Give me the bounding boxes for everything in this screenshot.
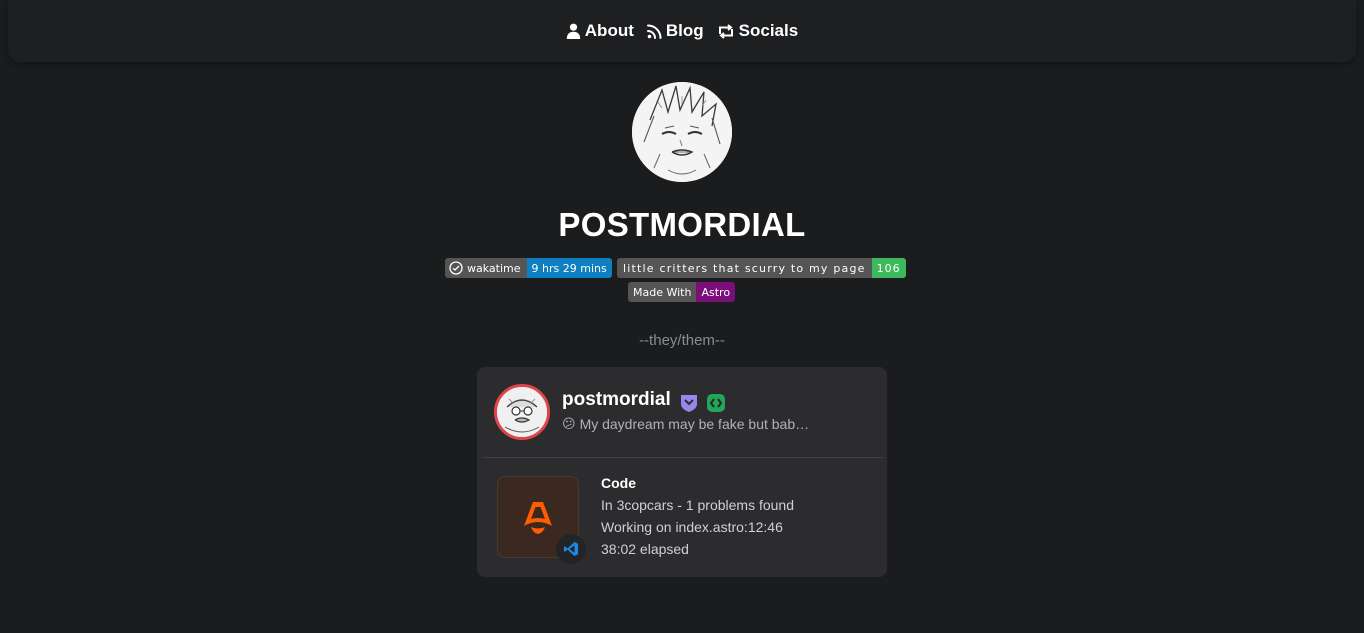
rss-icon	[646, 24, 662, 39]
nav-link-socials[interactable]: Socials	[717, 21, 799, 41]
wakatime-badge[interactable]: wakatime 9 hrs 29 mins	[445, 258, 612, 278]
activity-state: Working on index.astro:12:46	[601, 519, 783, 535]
custom-status: 😕 My daydream may be fake but bab…	[562, 416, 809, 432]
site-title: POSTMORDIAL	[558, 206, 806, 243]
status-text: My daydream may be fake but bab…	[579, 416, 810, 432]
status-emoji: 😕	[562, 416, 576, 431]
profile-avatar	[632, 82, 732, 182]
wakatime-value: 9 hrs 29 mins	[526, 258, 612, 278]
hypesquad-icon	[679, 393, 699, 413]
nav-label-blog: Blog	[665, 21, 704, 40]
repeat-icon	[717, 23, 735, 39]
activity-details: In 3copcars - 1 problems found	[601, 497, 794, 513]
discord-avatar	[494, 384, 550, 440]
nav-label-about: About	[584, 21, 634, 40]
nav-link-about[interactable]: About	[566, 21, 634, 41]
made-with-badge[interactable]: Made With Astro	[628, 282, 736, 302]
made-with-label: Made With	[628, 282, 697, 302]
nav-link-blog[interactable]: Blog	[646, 21, 704, 41]
wakatime-icon	[449, 261, 463, 275]
visitor-count-label: little critters that scurry to my page	[617, 258, 872, 278]
activity-elapsed: 38:02 elapsed	[601, 541, 689, 557]
pronouns-text: --they/them--	[639, 332, 725, 349]
card-divider	[483, 457, 883, 458]
discord-username: postmordial	[562, 389, 671, 410]
discord-presence-card: postmordial 😕 My daydream may be fake bu…	[477, 367, 887, 577]
activity-name: Code	[601, 475, 636, 491]
visitor-count-badge[interactable]: little critters that scurry to my page 1…	[617, 258, 906, 278]
user-icon	[566, 23, 581, 39]
active-developer-icon	[706, 393, 726, 413]
vscode-icon	[556, 534, 586, 564]
made-with-value: Astro	[696, 282, 736, 302]
visitor-count-value: 106	[871, 258, 906, 278]
nav-label-socials: Socials	[738, 21, 799, 40]
top-navbar: About Blog Socials	[8, 0, 1356, 62]
wakatime-label: wakatime	[467, 261, 521, 275]
